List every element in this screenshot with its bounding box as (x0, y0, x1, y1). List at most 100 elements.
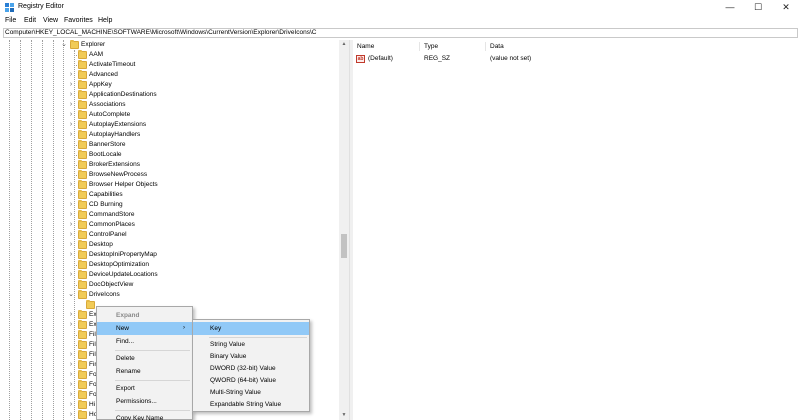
column-divider[interactable] (419, 42, 420, 51)
tree-node[interactable]: › DeviceUpdateLocations (0, 270, 339, 280)
maximize-button[interactable]: ☐ (744, 0, 772, 14)
chevron-down-icon[interactable]: ⌄ (60, 40, 68, 50)
folder-icon (78, 220, 87, 229)
tree-node[interactable]: BannerStore (0, 140, 339, 150)
address-bar[interactable]: Computer\HKEY_LOCAL_MACHINE\SOFTWARE\Mic… (3, 28, 798, 38)
chevron-right-icon[interactable]: › (67, 180, 75, 190)
folder-icon (78, 360, 87, 369)
chevron-right-icon[interactable]: › (67, 270, 75, 280)
menu-item-delete[interactable]: Delete (97, 352, 192, 365)
menu-favorites[interactable]: Favorites (64, 17, 93, 24)
tree-node[interactable]: DocObjectView (0, 280, 339, 290)
tree-node[interactable]: BrowseNewProcess (0, 170, 339, 180)
tree-node-driveicons[interactable]: ⌄ DriveIcons (0, 290, 339, 300)
folder-icon (78, 320, 87, 329)
tree-node[interactable]: › Capabilities (0, 190, 339, 200)
folder-icon (78, 60, 87, 69)
menu-item-expand[interactable]: Expand (97, 309, 192, 322)
folder-icon (78, 80, 87, 89)
folder-icon (78, 380, 87, 389)
tree-node[interactable]: › Advanced (0, 70, 339, 80)
chevron-right-icon[interactable]: › (67, 360, 75, 370)
folder-icon (78, 370, 87, 379)
chevron-right-icon[interactable]: › (67, 90, 75, 100)
tree-node[interactable]: › Browser Helper Objects (0, 180, 339, 190)
menu-help[interactable]: Help (98, 17, 112, 24)
string-value-icon: ab (356, 55, 365, 63)
tree-node[interactable]: DesktopOptimization (0, 260, 339, 270)
tree-node[interactable]: › AppKey (0, 80, 339, 90)
column-header-type[interactable]: Type (424, 40, 438, 53)
chevron-right-icon[interactable]: › (67, 250, 75, 260)
tree-node[interactable]: › CommandStore (0, 210, 339, 220)
chevron-right-icon[interactable]: › (67, 110, 75, 120)
folder-icon (78, 210, 87, 219)
chevron-right-icon[interactable]: › (67, 70, 75, 80)
menu-separator (115, 350, 190, 351)
tree-scrollbar[interactable]: ▲ ▼ (339, 40, 349, 420)
scrollbar-thumb[interactable] (341, 234, 347, 258)
tree-node[interactable]: › ControlPanel (0, 230, 339, 240)
column-header-name[interactable]: Name (357, 40, 374, 53)
chevron-right-icon[interactable]: › (67, 120, 75, 130)
tree-node[interactable]: BootLocale (0, 150, 339, 160)
chevron-right-icon[interactable]: › (67, 310, 75, 320)
chevron-right-icon[interactable]: › (67, 350, 75, 360)
chevron-right-icon[interactable]: › (67, 400, 75, 410)
column-divider[interactable] (485, 42, 486, 51)
chevron-right-icon[interactable]: › (67, 100, 75, 110)
folder-icon (78, 170, 87, 179)
tree-node[interactable]: BrokerExtensions (0, 160, 339, 170)
menu-item-find[interactable]: Find... (97, 335, 192, 348)
folder-icon (78, 50, 87, 59)
chevron-right-icon[interactable]: › (67, 380, 75, 390)
tree-node[interactable]: › ApplicationDestinations (0, 90, 339, 100)
menu-item-permissions[interactable]: Permissions... (97, 395, 192, 408)
tree-node[interactable]: › AutoplayExtensions (0, 120, 339, 130)
submenu-arrow-icon: › (183, 325, 185, 331)
folder-icon (78, 230, 87, 239)
scroll-up-icon[interactable]: ▲ (339, 40, 349, 49)
title-bar: Registry Editor — ☐ ✕ (0, 0, 800, 14)
tree-node[interactable]: › AutoplayHandlers (0, 130, 339, 140)
tree-node[interactable]: › Associations (0, 100, 339, 110)
chevron-right-icon[interactable]: › (67, 410, 75, 420)
chevron-right-icon[interactable]: › (67, 320, 75, 330)
tree-node[interactable]: ActivateTimeout (0, 60, 339, 70)
menu-item-new[interactable]: New › (97, 322, 192, 335)
chevron-right-icon[interactable]: › (67, 130, 75, 140)
tree-node-explorer[interactable]: ⌄ Explorer (0, 40, 339, 50)
new-submenu: Key String Value Binary Value DWORD (32-… (192, 319, 310, 412)
tree-node[interactable]: › Desktop (0, 240, 339, 250)
column-header-data[interactable]: Data (490, 40, 504, 53)
chevron-right-icon[interactable]: › (67, 190, 75, 200)
chevron-right-icon[interactable]: › (67, 80, 75, 90)
tree-node[interactable]: › CommonPlaces (0, 220, 339, 230)
menu-file[interactable]: File (5, 17, 16, 24)
close-button[interactable]: ✕ (772, 0, 800, 14)
menu-item-rename[interactable]: Rename (97, 365, 192, 378)
chevron-right-icon[interactable]: › (67, 240, 75, 250)
submenu-item-expandable-string-value[interactable]: Expandable String Value (193, 398, 309, 411)
tree-node[interactable]: › AutoComplete (0, 110, 339, 120)
value-row[interactable]: ab (Default) REG_SZ (value not set) (353, 54, 800, 64)
menu-item-copy-key-name[interactable]: Copy Key Name (97, 412, 192, 420)
scroll-down-icon[interactable]: ▼ (339, 411, 349, 420)
tree-node[interactable]: › DesktopIniPropertyMap (0, 250, 339, 260)
tree-node[interactable]: › CD Burning (0, 200, 339, 210)
chevron-down-icon[interactable]: ⌄ (67, 290, 75, 300)
chevron-right-icon[interactable]: › (67, 390, 75, 400)
chevron-right-icon[interactable]: › (67, 230, 75, 240)
chevron-right-icon[interactable]: › (67, 220, 75, 230)
chevron-right-icon[interactable]: › (67, 200, 75, 210)
minimize-button[interactable]: — (716, 0, 744, 14)
folder-open-icon (78, 290, 87, 299)
submenu-item-key[interactable]: Key (193, 322, 309, 335)
menu-view[interactable]: View (43, 17, 58, 24)
chevron-right-icon[interactable]: › (67, 210, 75, 220)
tree-node[interactable]: AAM (0, 50, 339, 60)
menu-item-export[interactable]: Export (97, 382, 192, 395)
chevron-right-icon[interactable]: › (67, 370, 75, 380)
folder-icon (78, 110, 87, 119)
menu-edit[interactable]: Edit (24, 17, 36, 24)
